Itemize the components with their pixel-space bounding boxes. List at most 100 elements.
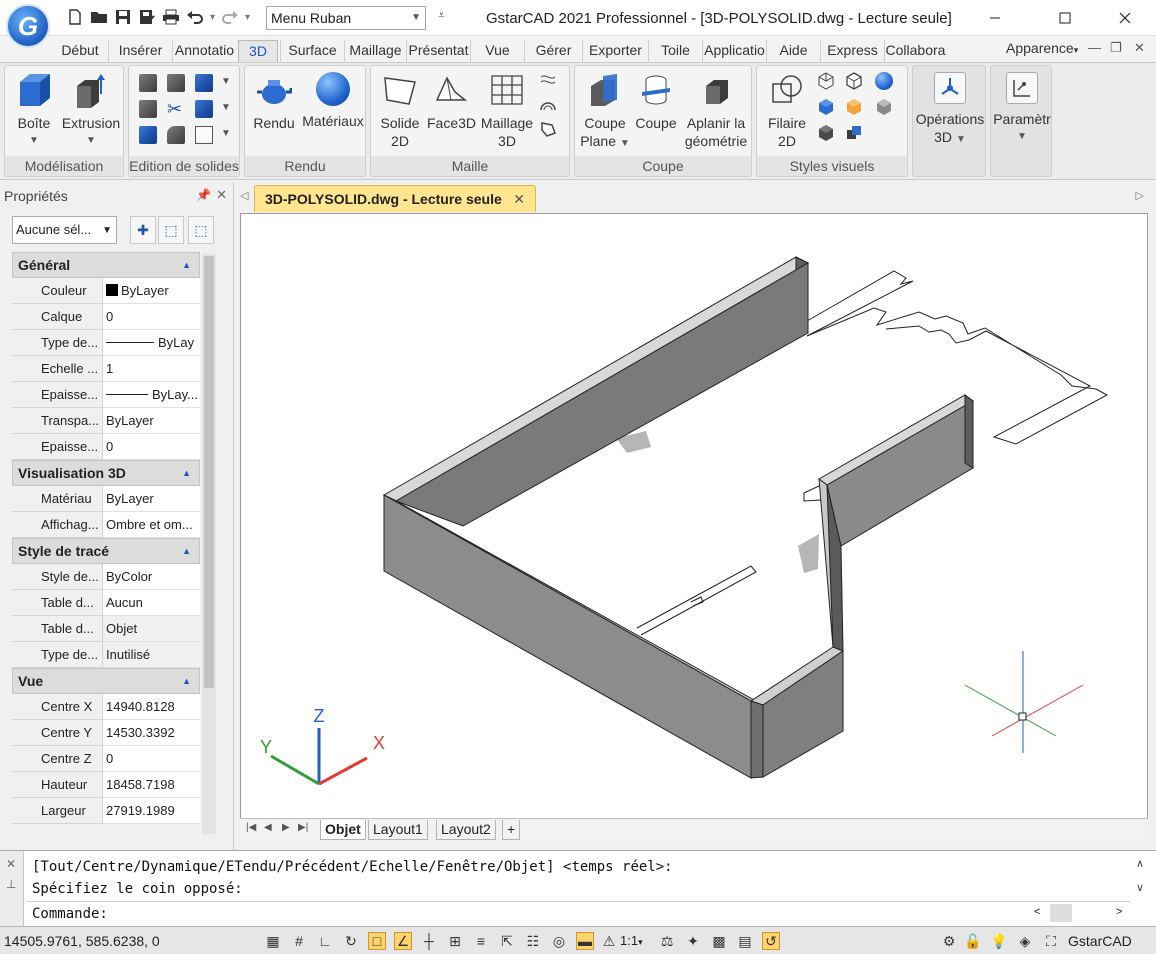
grid-icon[interactable]: #	[290, 932, 308, 950]
close-icon[interactable]: ✕	[6, 857, 16, 871]
drawing-canvas[interactable]: Z X Y	[241, 214, 1148, 819]
annotation-scale-icon[interactable]: ⚠	[600, 932, 618, 950]
prop-row[interactable]: Table d... Objet	[12, 616, 200, 642]
scroll-up-icon[interactable]: ∧	[1136, 857, 1144, 870]
shaded-edges-icon[interactable]	[845, 124, 863, 142]
gray-cube-icon[interactable]	[875, 98, 893, 116]
ruled-mesh-icon[interactable]	[539, 96, 557, 114]
hardware-acceleration-icon[interactable]: ◈	[1016, 932, 1034, 950]
snap-grid-icon[interactable]: ▦	[264, 932, 282, 950]
ortho-icon[interactable]: ∟	[316, 932, 334, 950]
dynamic-input-icon[interactable]: ⊞	[446, 932, 464, 950]
box-button[interactable]: Boîte ▼	[11, 72, 57, 150]
tab-gerer[interactable]: Gérer	[524, 40, 582, 62]
conceptual-cube-icon[interactable]	[845, 98, 863, 116]
close-icon[interactable]: ✕	[216, 187, 227, 203]
gear-icon[interactable]: ⚙	[940, 932, 958, 950]
minimize-button[interactable]	[972, 0, 1018, 36]
annotation-monitor-icon[interactable]: ◎	[550, 932, 568, 950]
customize-toolbar-icon[interactable]: ⩡	[438, 8, 445, 23]
subtract-icon[interactable]	[167, 74, 185, 92]
prev-layout-icon[interactable]: ◀	[264, 822, 272, 833]
app-logo-icon[interactable]: G	[6, 4, 50, 48]
menu-ribbon-select[interactable]: Menu Ruban ▼	[266, 6, 426, 30]
annotation-visibility-icon[interactable]: ⚖	[658, 932, 676, 950]
save-icon[interactable]	[112, 6, 134, 28]
quick-properties-icon[interactable]: ☷	[524, 932, 542, 950]
prop-row[interactable]: Type de... ByLay	[12, 330, 200, 356]
union-icon[interactable]	[139, 74, 157, 92]
tab-scroll-left-icon[interactable]: ◁	[240, 189, 248, 202]
extrude-face-icon[interactable]	[195, 100, 213, 118]
slice-icon[interactable]	[139, 100, 157, 118]
polar-icon[interactable]: ↻	[342, 932, 360, 950]
selection-cycling-icon[interactable]: ⇱	[498, 932, 516, 950]
close-button[interactable]	[1102, 0, 1148, 36]
toggle-pickadd-button[interactable]: ✚	[130, 216, 156, 244]
tab-3d[interactable]: 3D	[238, 40, 278, 62]
prop-row[interactable]: Matériau ByLayer	[12, 486, 200, 512]
panel-operations-3d[interactable]: Opérations 3D ▼	[912, 65, 986, 177]
edge-mesh-icon[interactable]	[539, 120, 557, 138]
first-layout-icon[interactable]: |◀	[246, 822, 256, 833]
ribbon-minimize-icon[interactable]: —	[1088, 40, 1101, 55]
properties-scrollbar[interactable]	[202, 254, 216, 834]
prop-row[interactable]: Couleur ByLayer	[12, 278, 200, 304]
shaded-cube-icon[interactable]	[817, 98, 835, 116]
prop-row[interactable]: Epaisse... 0	[12, 434, 200, 460]
lineweight-icon[interactable]: ≡	[472, 932, 490, 950]
undo-dropdown-icon[interactable]: ▾	[210, 12, 215, 23]
operations-3d-button[interactable]: Opérations 3D ▼	[913, 72, 987, 149]
otrack-icon[interactable]: ∠	[394, 932, 412, 950]
prop-row[interactable]: Calque 0	[12, 304, 200, 330]
parametre-button[interactable]: Paramètr ▼	[991, 72, 1053, 146]
tab-scroll-right-icon[interactable]: ▷	[1136, 189, 1144, 202]
lightbulb-icon[interactable]: 💡	[990, 932, 1008, 950]
prop-row[interactable]: Transpa... ByLayer	[12, 408, 200, 434]
tab-inserer[interactable]: Insérer	[108, 40, 172, 62]
command-input[interactable]: Commande: < >	[26, 901, 1130, 925]
section-visualisation-3d[interactable]: Visualisation 3D ▲	[12, 460, 200, 486]
prop-row[interactable]: Largeur 27919.1989	[12, 798, 200, 824]
tab-objet[interactable]: Objet	[320, 820, 366, 840]
chevron-down-icon[interactable]: ▼	[221, 76, 231, 87]
document-tab[interactable]: 3D-POLYSOLID.dwg - Lecture seule ✕	[254, 185, 536, 212]
tab-express[interactable]: Express	[820, 40, 884, 62]
revolved-mesh-icon[interactable]	[539, 72, 557, 90]
section-plane-button[interactable]: Coupe Plane ▼	[577, 72, 633, 153]
section-general[interactable]: Général ▲	[12, 252, 200, 278]
transparency-icon[interactable]: ▩	[710, 932, 728, 950]
prop-row[interactable]: Centre Z0	[12, 746, 200, 772]
scrollbar-thumb[interactable]	[204, 256, 214, 688]
intersect-icon[interactable]	[195, 74, 213, 92]
section-button[interactable]: Coupe	[633, 72, 679, 132]
next-layout-icon[interactable]: ▶	[282, 822, 290, 833]
annotation-scale[interactable]: 1:1▾	[620, 933, 643, 948]
extrusion-button[interactable]: Extrusion ▼	[61, 72, 121, 150]
prop-row[interactable]: Centre X 14940.8128	[12, 694, 200, 720]
lock-icon[interactable]: 🔓	[964, 932, 982, 950]
ribbon-close-icon[interactable]: ✕	[1134, 40, 1145, 56]
fillet-icon[interactable]	[167, 126, 185, 144]
section-style-de-trace[interactable]: Style de tracé ▲	[12, 538, 200, 564]
prop-row[interactable]: Table d... Aucun	[12, 590, 200, 616]
render-button[interactable]: Rendu	[249, 72, 299, 132]
pin-icon[interactable]: 📌	[196, 188, 211, 202]
h-scrollbar-thumb[interactable]	[1050, 904, 1072, 922]
select-objects-button[interactable]: ⬚	[158, 216, 184, 244]
appearance-menu[interactable]: Apparence▾	[1006, 40, 1078, 56]
tab-vue[interactable]: Vue	[470, 40, 524, 62]
tab-application[interactable]: Applicatio	[702, 40, 766, 62]
scroll-down-icon[interactable]: ∨	[1136, 881, 1144, 894]
prop-row[interactable]: Type de... Inutilisé	[12, 642, 200, 668]
prop-row[interactable]: Epaisse... ByLay...	[12, 382, 200, 408]
tab-layout2[interactable]: Layout2	[436, 820, 496, 840]
redo-icon[interactable]	[219, 6, 241, 28]
hidden-cube-icon[interactable]	[845, 72, 863, 90]
tab-collaboration[interactable]: Collabora	[884, 40, 946, 62]
pin-icon[interactable]: ⊥	[6, 877, 16, 891]
dark-cube-icon[interactable]	[817, 124, 835, 142]
wireframe-cube-icon[interactable]	[817, 72, 835, 90]
osnap-icon[interactable]: □	[368, 932, 386, 950]
tab-maillage[interactable]: Maillage	[344, 40, 406, 62]
